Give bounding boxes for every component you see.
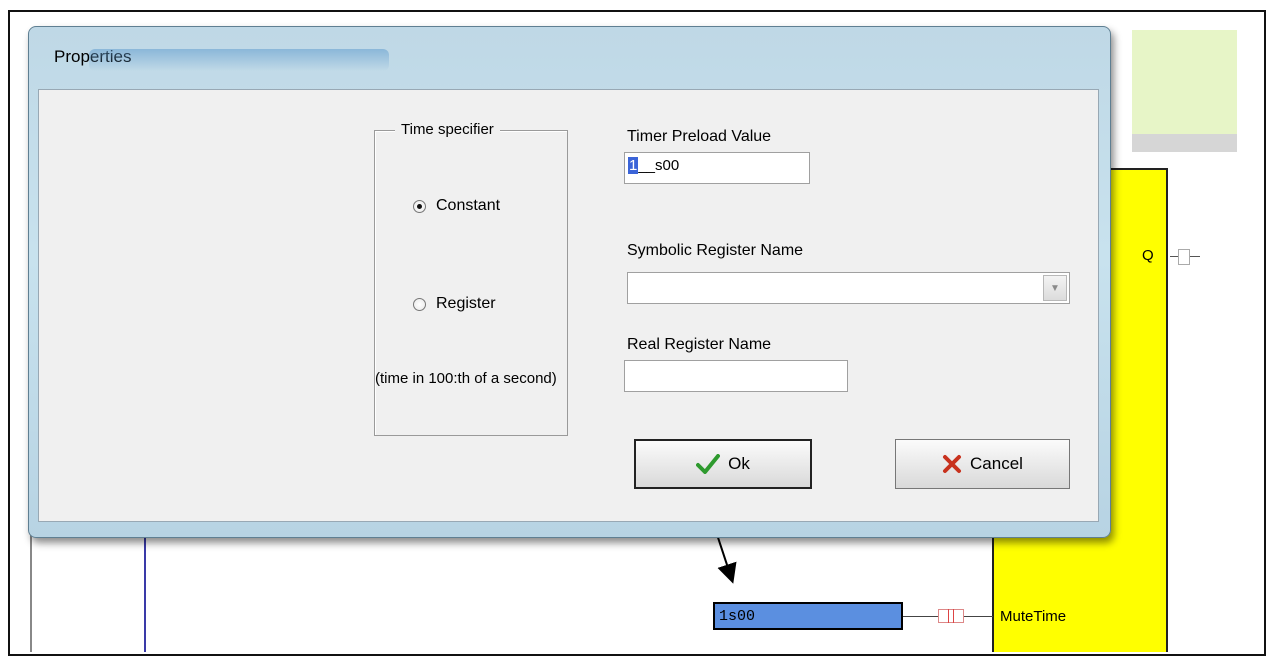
radio-register[interactable]: Register xyxy=(413,295,496,313)
time-unit-note: (time in 100:th of a second) xyxy=(375,370,557,387)
chevron-down-icon[interactable]: ▼ xyxy=(1043,275,1067,301)
time-specifier-legend: Time specifier xyxy=(395,121,500,138)
cancel-button[interactable]: Cancel xyxy=(895,439,1070,489)
dialog-client-area: Time specifier Constant Register (time i… xyxy=(38,89,1099,522)
symbolic-register-label: Symbolic Register Name xyxy=(627,242,804,259)
cancel-button-label: Cancel xyxy=(970,454,1023,473)
ok-button[interactable]: Ok xyxy=(634,439,812,489)
time-specifier-group: Time specifier Constant Register (time i… xyxy=(374,121,568,436)
input-text: __s00 xyxy=(638,157,680,174)
radio-register-label: Register xyxy=(436,295,496,312)
checkmark-icon xyxy=(696,454,721,474)
ok-button-label: Ok xyxy=(728,454,750,473)
properties-dialog: Properties Time specifier Constant Regis… xyxy=(28,26,1111,538)
dialog-title: Properties xyxy=(54,47,132,66)
timer-preload-input[interactable]: 1__s00 xyxy=(624,152,810,184)
radio-constant[interactable]: Constant xyxy=(413,197,500,215)
radio-constant-label: Constant xyxy=(436,197,501,214)
x-cross-icon xyxy=(942,454,962,474)
real-register-label: Real Register Name xyxy=(627,336,772,353)
timer-preload-label: Timer Preload Value xyxy=(627,128,772,145)
radio-button-icon[interactable] xyxy=(413,297,426,311)
symbolic-register-combobox[interactable]: ▼ xyxy=(627,272,1070,304)
real-register-input[interactable] xyxy=(624,360,848,392)
radio-button-icon[interactable] xyxy=(413,199,426,213)
selected-text: 1 xyxy=(628,157,639,174)
